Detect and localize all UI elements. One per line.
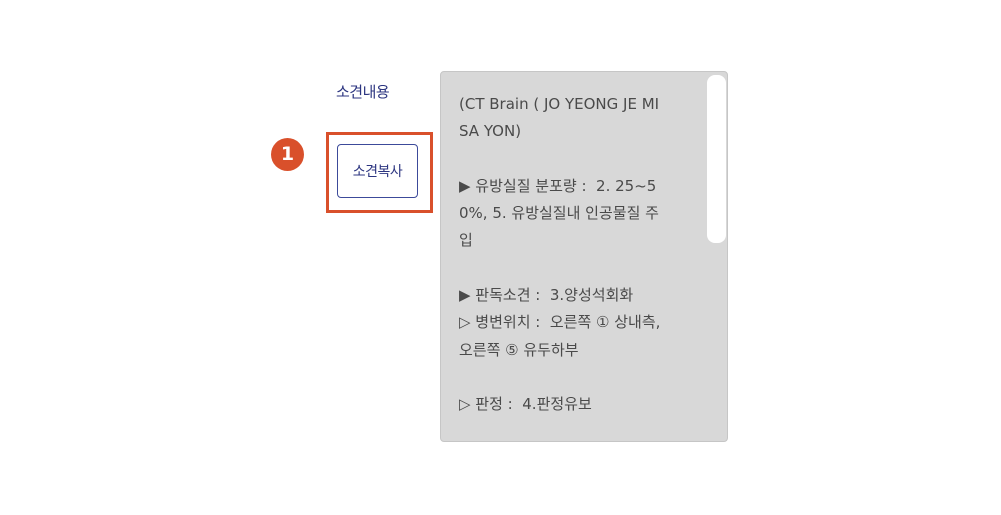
report-line: ▷ 판정 : 4.판정유보: [459, 395, 592, 414]
step-badge: 1: [271, 138, 304, 171]
report-line: (CT Brain ( JO YEONG JE MI: [459, 95, 660, 113]
report-line: ▶ 유방실질 분포량 : 2. 25~5: [459, 176, 657, 195]
report-line: SA YON): [459, 122, 522, 141]
report-textarea[interactable]: (CT Brain ( JO YEONG JE MI SA YON) ▶ 유방실…: [440, 71, 728, 442]
report-line: ▷ 병변위치 : 오른쪽 ① 상내측,: [459, 313, 661, 332]
report-line: 오른쪽 ⑤ 유두하부: [459, 340, 579, 359]
copy-report-button[interactable]: 소견복사: [337, 144, 418, 198]
report-form: 소견내용 1 소견복사 (CT Brain ( JO YEONG JE MI S…: [0, 0, 1001, 515]
report-content-label: 소견내용: [336, 83, 390, 101]
report-text: (CT Brain ( JO YEONG JE MI SA YON) ▶ 유방실…: [459, 91, 691, 419]
scrollbar-thumb[interactable]: [707, 75, 726, 243]
report-line: ▶ 판독소견 : 3.양성석회화: [459, 286, 634, 305]
report-line: 입: [459, 231, 473, 250]
report-line: 0%, 5. 유방실질내 인공물질 주: [459, 204, 659, 223]
